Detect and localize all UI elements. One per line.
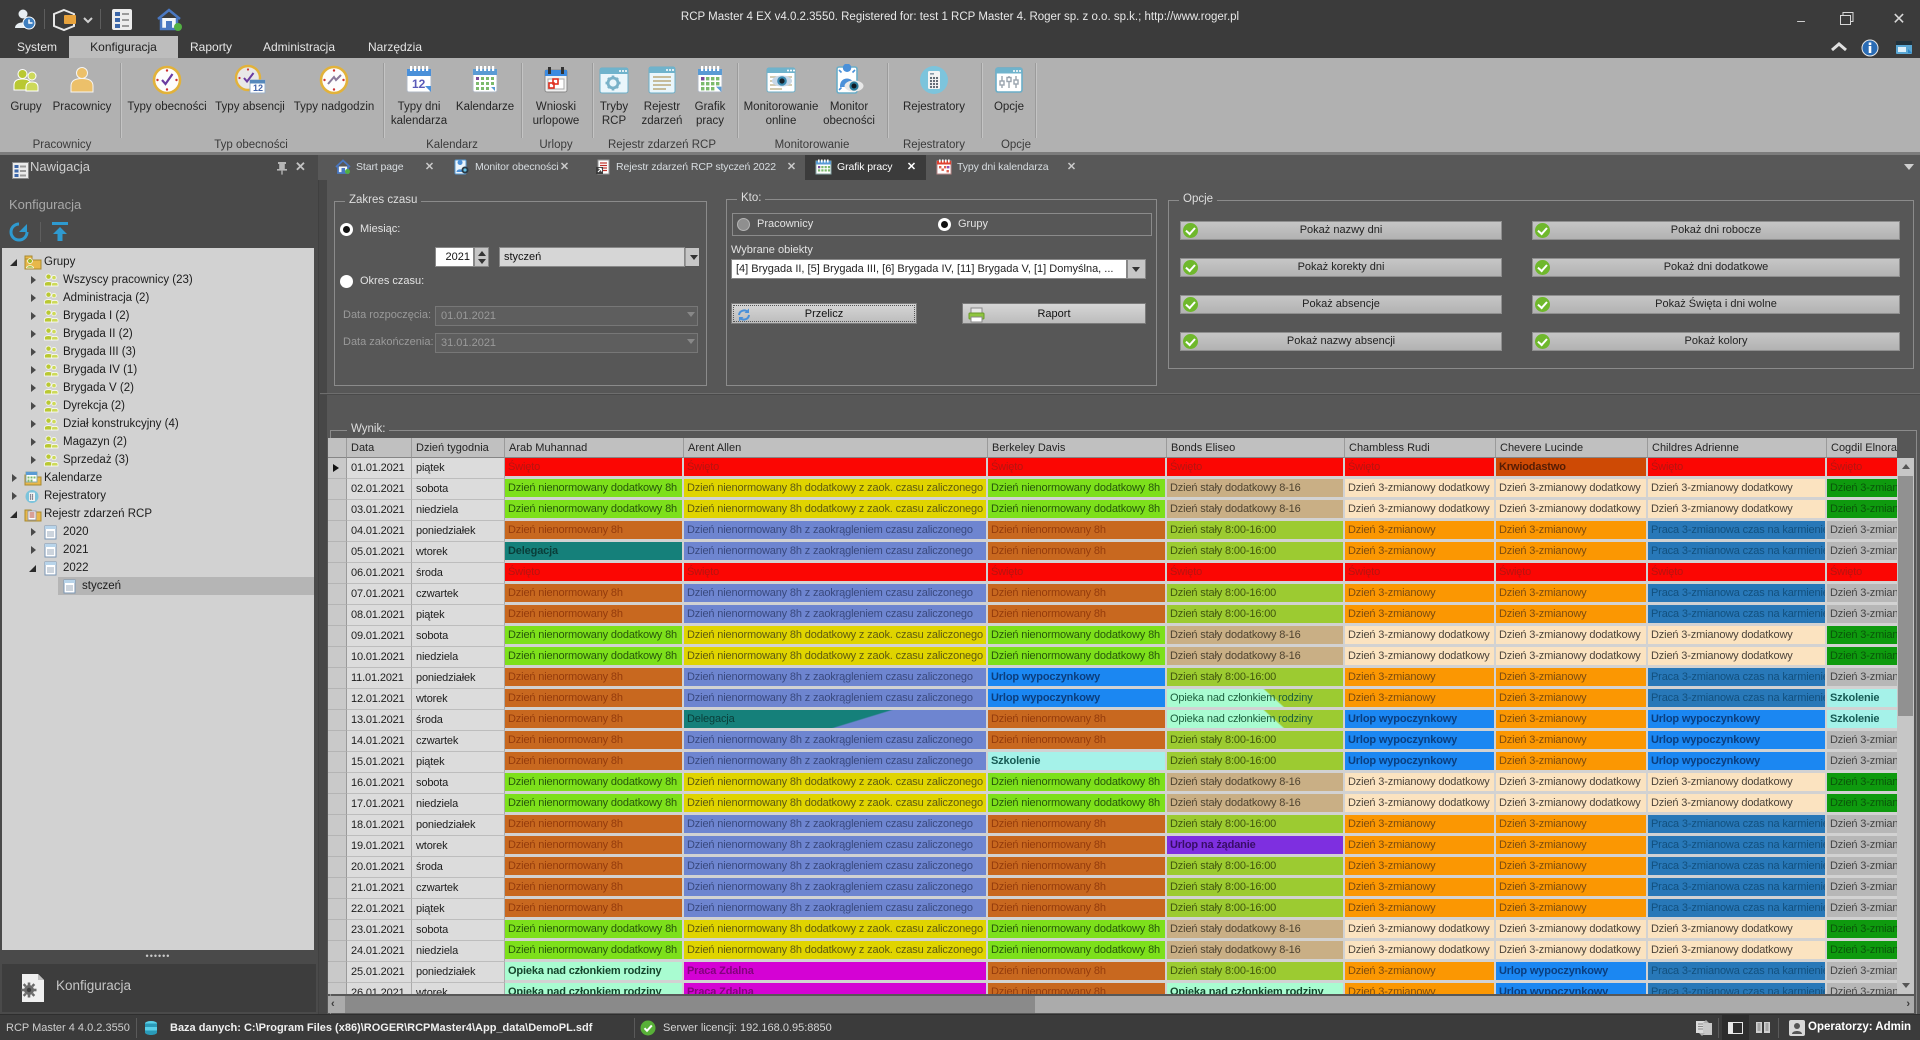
svg-text:12: 12 — [253, 83, 263, 93]
svg-text:12: 12 — [412, 77, 426, 91]
